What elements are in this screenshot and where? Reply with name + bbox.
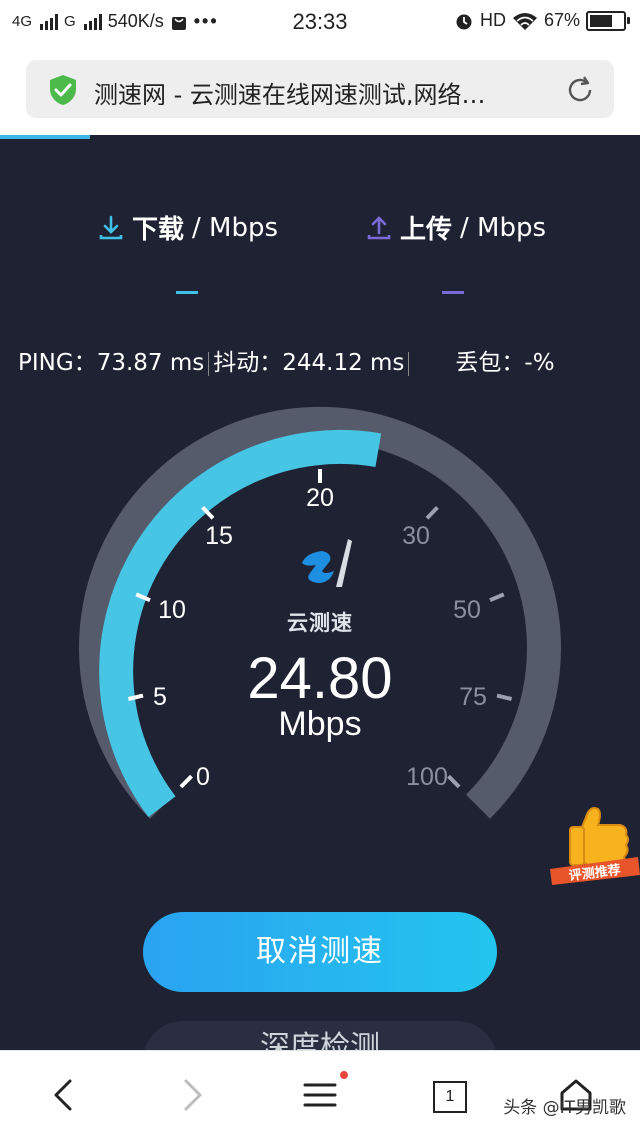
battery-percent: 67% — [543, 10, 580, 30]
tick-label-0: 0 — [196, 763, 210, 791]
tabs-button[interactable]: 1 — [433, 1081, 467, 1113]
chevron-left-icon — [54, 1079, 72, 1111]
alarm-icon — [456, 14, 472, 29]
forward-button[interactable] — [170, 1073, 214, 1117]
address-bar[interactable]: 测速网 - 云测速在线网速测试,网络… — [26, 60, 614, 118]
bottom-navigation: 1 头条 @IT男凯歌 — [0, 1050, 640, 1139]
status-bar: 4G G 540K/s ••• 23:33 HD 67% — [0, 0, 640, 44]
status-right: HD 67% — [454, 10, 630, 31]
notification-dot — [340, 1071, 348, 1079]
yun-logo-icon — [302, 539, 352, 587]
menu-button[interactable] — [298, 1073, 342, 1117]
tick-label-100: 100 — [406, 763, 448, 791]
tick-label-15: 15 — [205, 522, 233, 550]
review-recommend-badge[interactable]: 评测推荐 — [548, 805, 640, 887]
back-button[interactable] — [42, 1073, 86, 1117]
menu-icon — [303, 1083, 337, 1107]
shield-check-icon — [50, 75, 76, 105]
current-speed-value: 24.80 — [247, 646, 393, 711]
hd-indicator: HD — [479, 10, 506, 30]
wifi-icon — [512, 12, 537, 30]
deep-test-button[interactable]: 深度检测 — [143, 1021, 497, 1050]
chevron-right-icon — [184, 1079, 202, 1111]
battery-icon — [586, 10, 630, 31]
cancel-test-button[interactable]: 取消测速 — [143, 912, 497, 992]
speed-test-panel: 下载 / Mbps 上传 / Mbps PING：73.87 ms 抖动：244.… — [0, 139, 640, 1050]
tick-label-30: 30 — [402, 522, 430, 550]
reload-icon[interactable] — [564, 74, 596, 106]
page-title[interactable]: 测速网 - 云测速在线网速测试,网络… — [94, 75, 534, 105]
gauge-tick-labels: 0 5 10 15 20 30 50 75 100 — [153, 484, 487, 791]
current-speed-unit: Mbps — [278, 705, 362, 743]
watermark: 头条 @IT男凯歌 — [503, 1098, 626, 1118]
tick-label-20: 20 — [306, 484, 334, 512]
gauge-brand-text: 云测速 — [287, 611, 353, 635]
